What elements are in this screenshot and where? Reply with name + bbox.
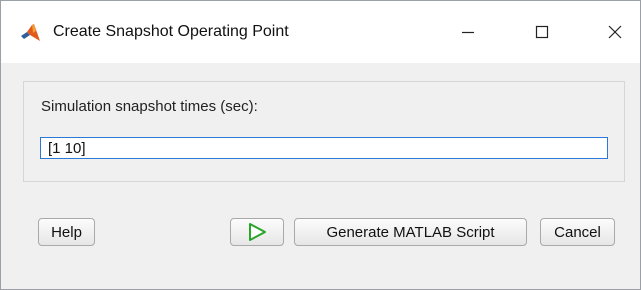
close-button[interactable] bbox=[591, 1, 639, 63]
play-icon bbox=[249, 223, 266, 241]
maximize-button[interactable] bbox=[518, 1, 566, 63]
cancel-button[interactable]: Cancel bbox=[540, 218, 615, 246]
generate-matlab-script-button[interactable]: Generate MATLAB Script bbox=[294, 218, 527, 246]
close-icon bbox=[608, 25, 622, 39]
maximize-icon bbox=[535, 25, 549, 39]
minimize-icon bbox=[462, 31, 474, 34]
title-bar: Create Snapshot Operating Point bbox=[1, 1, 640, 63]
help-button[interactable]: Help bbox=[38, 218, 95, 246]
snapshot-times-panel: Simulation snapshot times (sec): bbox=[23, 81, 625, 182]
run-button[interactable] bbox=[230, 218, 284, 246]
window-title: Create Snapshot Operating Point bbox=[53, 23, 289, 40]
snapshot-times-label: Simulation snapshot times (sec): bbox=[41, 98, 258, 115]
snapshot-times-input[interactable] bbox=[40, 137, 608, 159]
dialog-window: Create Snapshot Operating Point Simulati… bbox=[0, 0, 641, 290]
matlab-logo-icon bbox=[21, 24, 40, 41]
minimize-button[interactable] bbox=[444, 1, 492, 63]
